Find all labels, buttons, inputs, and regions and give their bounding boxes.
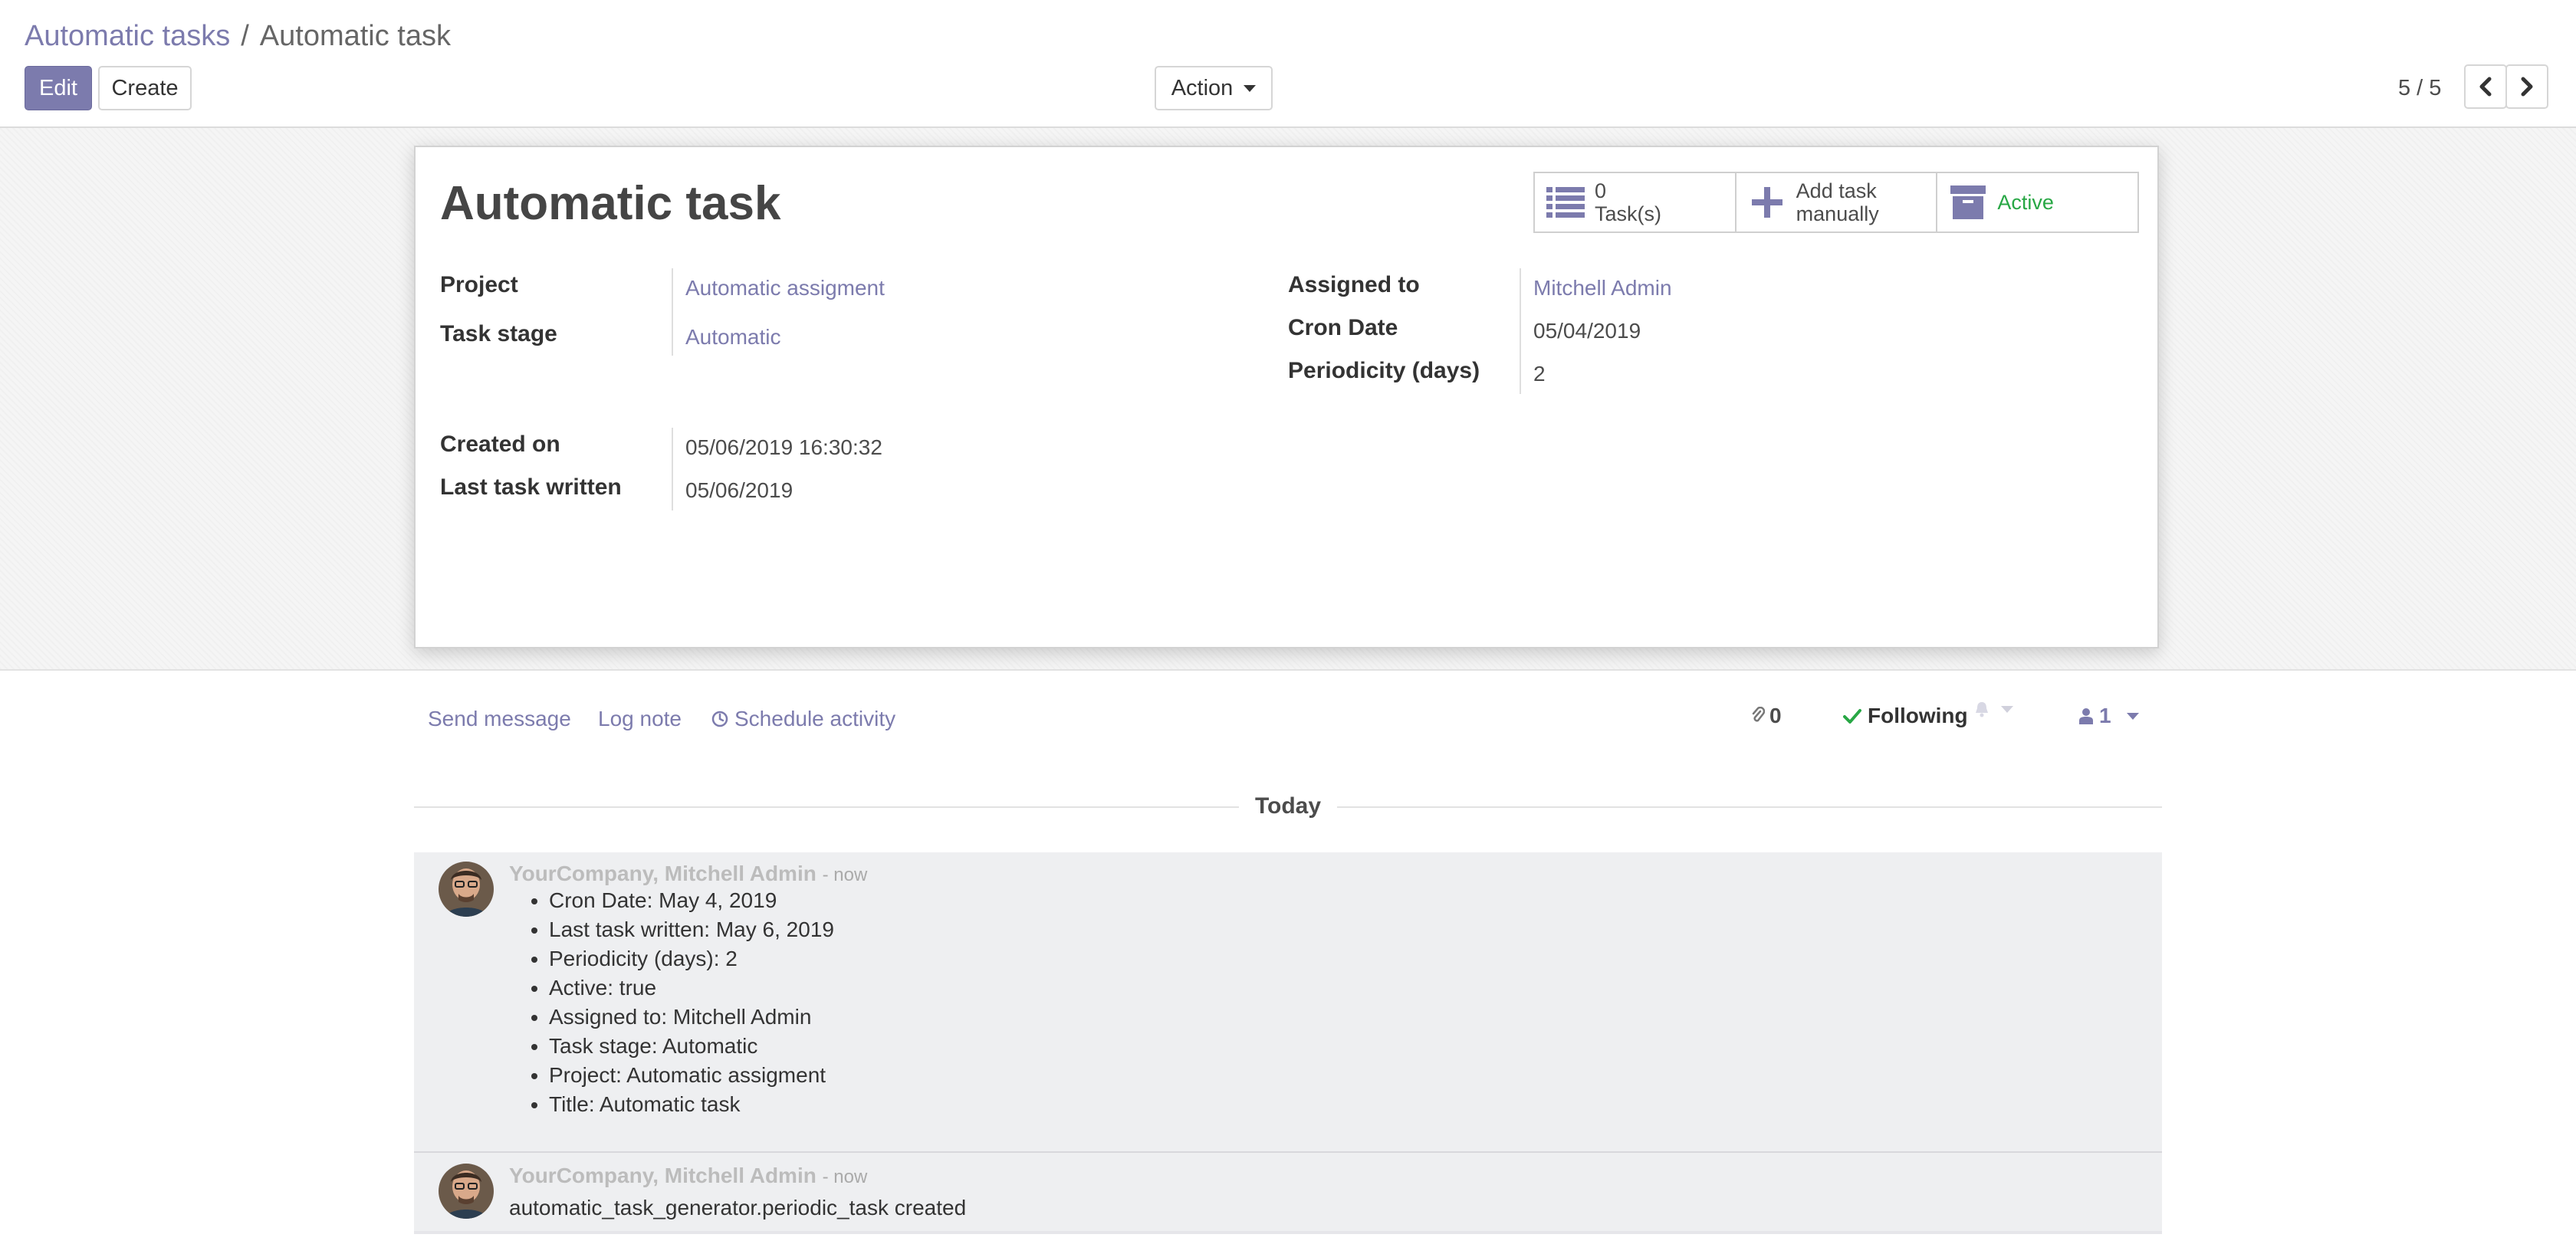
separator-line	[414, 806, 1239, 808]
tracking-item: Active: true	[549, 973, 834, 1003]
following-label: Following	[1868, 704, 1968, 727]
tracking-item: Last task written: May 6, 2019	[549, 915, 834, 944]
assigned-to-label: Assigned to	[1288, 272, 1420, 297]
user-icon	[2079, 708, 2093, 724]
field-divider	[1520, 268, 1521, 394]
chatter-message: YourCompany, Mitchell Admin - now automa…	[414, 1153, 2162, 1231]
task-stage-value-link[interactable]: Automatic	[685, 322, 781, 353]
chatter-topbar: Send message Log note Schedule activity …	[414, 701, 2162, 736]
pager-next-button[interactable]	[2505, 64, 2548, 109]
cron-date-value: 05/04/2019	[1533, 319, 1641, 343]
list-icon	[1546, 184, 1585, 221]
check-icon	[1843, 709, 1861, 724]
tracking-item: Periodicity (days): 2	[549, 944, 834, 973]
field-divider	[672, 268, 673, 356]
notification-settings-button[interactable]	[1973, 701, 2013, 717]
pager-value[interactable]: 5 / 5	[2398, 72, 2441, 104]
project-value-link[interactable]: Automatic assigment	[685, 273, 885, 304]
caret-down-icon	[1244, 84, 1257, 92]
message-date: - now	[822, 1167, 868, 1187]
cron-date-label: Cron Date	[1288, 315, 1398, 340]
add-task-manually-button[interactable]: Add task manually	[1737, 173, 1938, 231]
periodicity-label: Periodicity (days)	[1288, 358, 1480, 383]
smart-button-box: 0 Task(s) Add task manually Active	[1533, 172, 2139, 233]
form-sheet: Automatic task 0 Task(s) Add task manual…	[414, 146, 2159, 648]
breadcrumb-current: Automatic task	[259, 20, 451, 52]
add-task-label-line2: manually	[1796, 202, 1879, 225]
chevron-right-icon	[2521, 77, 2533, 97]
following-button[interactable]: Following	[1843, 701, 1968, 731]
schedule-activity-label: Schedule activity	[734, 707, 896, 730]
message-date: - now	[822, 865, 868, 885]
action-dropdown-button[interactable]: Action	[1155, 66, 1273, 110]
project-label: Project	[440, 272, 518, 297]
chevron-left-icon	[2479, 77, 2492, 97]
assigned-to-value-link[interactable]: Mitchell Admin	[1533, 273, 1672, 304]
create-button[interactable]: Create	[98, 66, 192, 110]
control-panel: Automatic tasks / Automatic task Edit Crea…	[0, 0, 2576, 128]
date-separator: Today	[414, 791, 2162, 822]
message-author[interactable]: YourCompany, Mitchell Admin	[509, 1164, 816, 1187]
periodicity-value: 2	[1533, 362, 1546, 386]
breadcrumb-parent-link[interactable]: Automatic tasks	[25, 20, 230, 52]
active-label: Active	[1997, 191, 2054, 214]
add-task-label-line1: Add task	[1796, 179, 1877, 202]
chatter-message: YourCompany, Mitchell Admin - now Cron D…	[414, 852, 2162, 1151]
plus-icon	[1747, 184, 1787, 221]
separator-line	[1337, 806, 2162, 808]
pager-previous-button[interactable]	[2464, 64, 2507, 109]
last-task-written-label: Last task written	[440, 474, 622, 500]
tracking-item: Project: Automatic assigment	[549, 1061, 834, 1090]
log-note-button[interactable]: Log note	[598, 704, 682, 734]
paperclip-icon	[1752, 707, 1765, 722]
last-task-written-value: 05/06/2019	[685, 478, 794, 502]
action-label: Action	[1171, 75, 1234, 100]
message-author[interactable]: YourCompany, Mitchell Admin	[509, 862, 816, 885]
edit-button[interactable]: Edit	[25, 66, 92, 110]
tracking-item: Title: Automatic task	[549, 1090, 834, 1119]
send-message-button[interactable]: Send message	[428, 704, 571, 734]
followers-count: 1	[2099, 704, 2111, 727]
active-toggle-button[interactable]: Active	[1937, 173, 2137, 231]
tracking-item: Task stage: Automatic	[549, 1032, 834, 1061]
breadcrumb-separator: /	[241, 20, 249, 52]
tracking-item: Cron Date: May 4, 2019	[549, 886, 834, 915]
breadcrumb: Automatic tasks / Automatic task	[25, 17, 451, 55]
tasks-label: Task(s)	[1595, 202, 1661, 225]
avatar[interactable]	[439, 862, 494, 917]
message-body: automatic_task_generator.periodic_task c…	[509, 1196, 967, 1220]
field-divider	[672, 428, 673, 510]
tasks-smart-button[interactable]: 0 Task(s)	[1535, 173, 1737, 231]
record-title: Automatic task	[440, 177, 781, 230]
avatar[interactable]	[439, 1164, 494, 1219]
task-stage-label: Task stage	[440, 321, 557, 346]
schedule-activity-button[interactable]: Schedule activity	[711, 704, 895, 734]
tasks-count: 0	[1595, 179, 1607, 202]
caret-down-icon	[2126, 712, 2139, 720]
message-divider	[414, 1231, 2162, 1234]
attachments-count: 0	[1769, 704, 1782, 727]
tracking-item: Assigned to: Mitchell Admin	[549, 1003, 834, 1032]
attachments-button[interactable]: 0	[1751, 701, 1782, 731]
clock-icon	[711, 711, 728, 727]
archive-icon	[1948, 184, 1988, 221]
bell-icon	[1976, 702, 1988, 717]
created-on-label: Created on	[440, 432, 560, 457]
created-on-value: 05/06/2019 16:30:32	[685, 435, 882, 459]
followers-button[interactable]: 1	[2079, 701, 2139, 731]
today-label: Today	[1254, 793, 1322, 819]
tracking-value-list: Cron Date: May 4, 2019 Last task written…	[509, 886, 834, 1119]
caret-down-icon	[2001, 705, 2013, 713]
